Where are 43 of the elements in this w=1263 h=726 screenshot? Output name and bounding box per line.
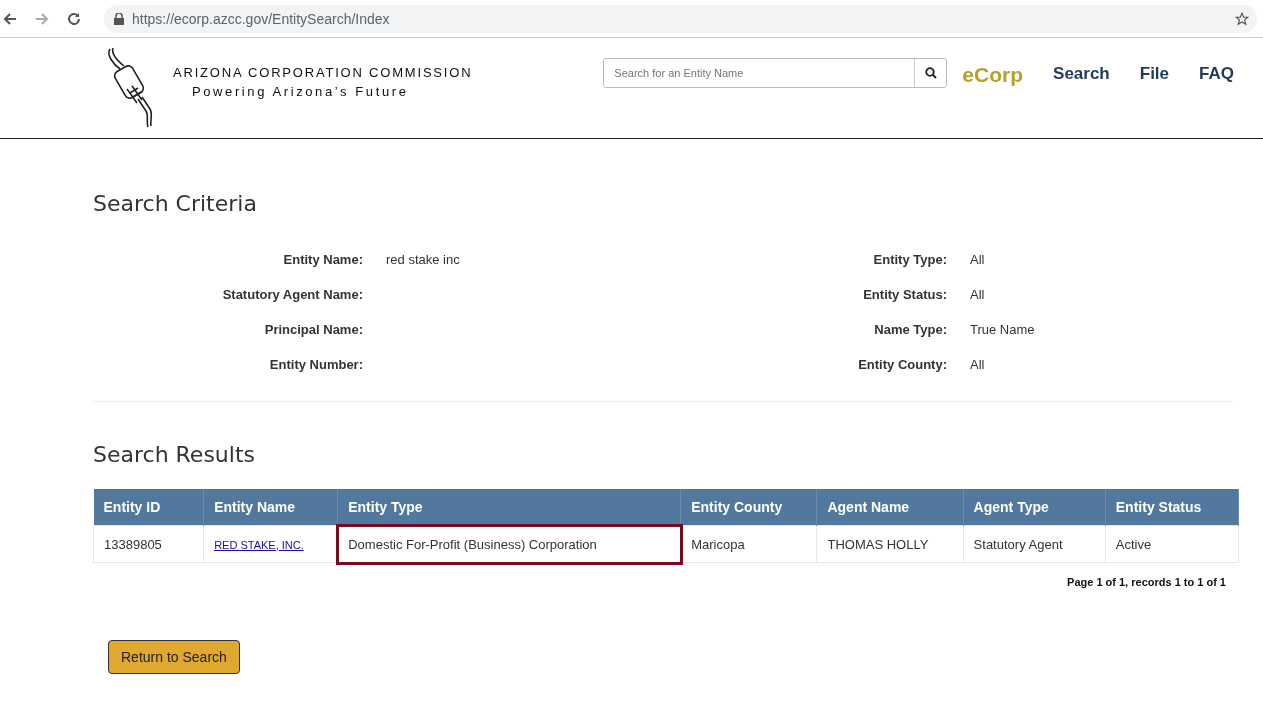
lock-icon	[114, 12, 124, 25]
table-cell: Maricopa	[680, 525, 817, 563]
field-label: Name Type:	[874, 322, 947, 337]
entity-link[interactable]: RED STAKE, INC.	[214, 538, 304, 551]
field-label: Entity Name:	[282, 252, 363, 268]
table-cell: 13389805	[93, 525, 204, 563]
field-label: Entity Number:	[268, 357, 363, 373]
column-header: Agent Name	[816, 489, 964, 526]
column-header: Entity Name	[203, 489, 338, 526]
search-icon	[924, 67, 937, 79]
field-value: All	[970, 287, 985, 302]
column-header: Entity ID	[93, 489, 204, 526]
column-header: Agent Type	[963, 489, 1106, 526]
field-value: All	[970, 252, 985, 267]
address-bar[interactable]: https://ecorp.azcc.gov/EntitySearch/Index	[104, 4, 1257, 33]
field-value: All	[970, 357, 985, 372]
field-label: Entity County:	[858, 357, 947, 372]
column-header: Entity Type	[337, 489, 681, 526]
table-cell: THOMAS HOLLY	[816, 525, 964, 563]
field-label: Principal Name:	[263, 322, 363, 338]
section-heading: Search Results	[93, 442, 256, 467]
column-header: Entity County	[680, 489, 817, 526]
highlighted-cell: Domestic For-Profit (Business) Corporation	[337, 525, 681, 563]
table-cell: Active	[1105, 525, 1239, 563]
field-label: Entity Type:	[873, 252, 947, 267]
back-icon[interactable]	[2, 10, 18, 27]
star-icon[interactable]	[1235, 11, 1249, 26]
nav-link[interactable]: File	[1139, 64, 1170, 84]
pagination-info: Page 1 of 1, records 1 to 1 of 1	[1066, 576, 1226, 588]
field-value: True Name	[970, 322, 1035, 337]
table-cell: Statutory Agent	[963, 525, 1106, 563]
nav-link[interactable]: Search	[1053, 64, 1110, 84]
reload-icon[interactable]	[66, 10, 82, 27]
return-button[interactable]: Return to Search	[108, 640, 240, 674]
field-value: red stake inc	[386, 252, 460, 267]
section-heading: Search Criteria	[93, 190, 258, 216]
nav-link[interactable]: FAQ	[1199, 64, 1234, 84]
column-header: Entity Status	[1105, 489, 1239, 526]
logo-tagline: Powering Arizona’s Future	[192, 84, 410, 99]
search-field[interactable]: Search for an Entity Name	[603, 58, 948, 88]
field-label: Statutory Agent Name:	[221, 287, 363, 303]
logo-title: ARIZONA CORPORATION COMMISSION	[173, 65, 473, 80]
field-label: Entity Status:	[863, 287, 947, 302]
